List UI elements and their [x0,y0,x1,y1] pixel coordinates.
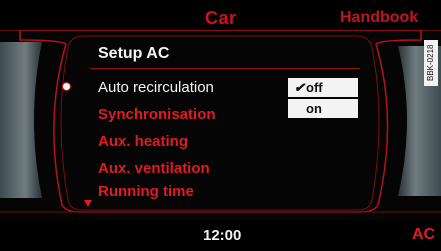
menu-title: Setup AC [98,45,170,62]
option-off-label: off [306,80,323,95]
option-on-label: on [306,101,322,116]
option-on[interactable]: on [288,99,358,118]
clock-time: 12:00 [203,227,242,244]
title-divider [90,68,360,69]
checkmark-icon: ✔ [294,80,305,95]
left-control-segment [0,42,42,198]
option-off[interactable]: ✔ off [288,78,358,97]
menu-item-running-time[interactable]: Running time [98,183,194,200]
tab-car[interactable]: Car [205,8,237,29]
top-bar: Car Handbook [0,0,441,30]
menu-item-aux-heating[interactable]: Aux. heating [98,133,188,150]
menu-item-synchronisation[interactable]: Synchronisation [98,106,216,123]
menu-item-auto-recirculation[interactable]: Auto recirculation [98,79,214,96]
selector-dot-icon [62,82,71,91]
screen-frame [0,29,441,213]
menu-item-aux-ventilation[interactable]: Aux. ventilation [98,160,210,177]
scroll-down-arrow-icon[interactable] [84,200,92,207]
mmi-screen: Car Handbook BBK-0218 Setup AC Auto reci… [0,0,441,251]
tab-handbook[interactable]: Handbook [340,9,418,27]
ac-softkey[interactable]: AC [412,226,435,244]
image-code: BBK-0218 [424,40,438,86]
